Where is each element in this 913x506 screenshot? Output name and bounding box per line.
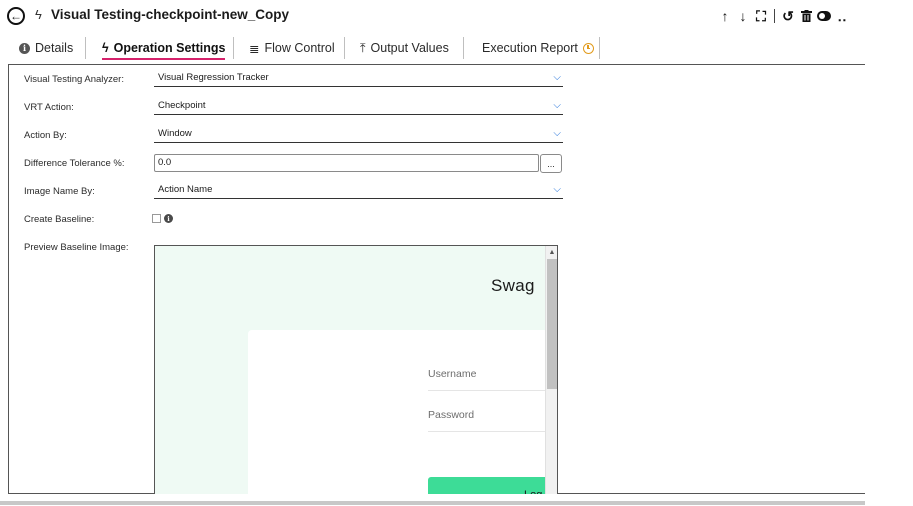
info-icon[interactable]: i xyxy=(164,214,173,223)
scroll-up-icon[interactable]: ▲ xyxy=(546,246,557,258)
tab-bar: i Details ϟ Operation Settings ≣ Flow Co… xyxy=(0,36,913,60)
preview-username-field: Username xyxy=(428,368,557,391)
tab-output-values[interactable]: ⤒ Output Values xyxy=(360,36,449,60)
analyzer-select[interactable]: Visual Regression Tracker ⌵ xyxy=(154,71,563,87)
page-title: Visual Testing-checkpoint-new_Copy xyxy=(51,7,290,22)
action-by-select[interactable]: Window ⌵ xyxy=(154,127,563,143)
arrow-up-icon[interactable]: ↑ xyxy=(716,6,734,26)
tab-details[interactable]: i Details xyxy=(19,36,73,60)
tolerance-more-button[interactable]: ... xyxy=(540,154,562,173)
tab-divider xyxy=(463,37,464,59)
tolerance-input[interactable]: 0.0 xyxy=(154,154,539,172)
chevron-down-icon: ⌵ xyxy=(553,184,561,195)
flow-icon: ≣ xyxy=(249,41,260,56)
tab-operation-settings[interactable]: ϟ Operation Settings xyxy=(90,36,226,60)
tab-label: Flow Control xyxy=(264,41,335,55)
tab-divider xyxy=(599,37,600,59)
action-by-label: Action By: xyxy=(24,130,67,141)
tab-divider xyxy=(233,37,234,59)
preview-login-button: Log xyxy=(428,477,557,494)
trash-icon[interactable] xyxy=(797,6,815,26)
header: ← ϟ Visual Testing-checkpoint-new_Copy ↑… xyxy=(0,0,913,32)
horizontal-scrollbar[interactable] xyxy=(0,501,865,505)
back-arrow-icon[interactable]: ← xyxy=(7,7,25,25)
bolt-icon: ϟ xyxy=(102,41,109,55)
expand-icon[interactable]: ⛶ xyxy=(752,6,770,26)
baseline-image-preview: Swag Username Password Log ▲ xyxy=(154,245,558,494)
clock-icon xyxy=(582,42,594,54)
chevron-down-icon: ⌵ xyxy=(553,72,561,83)
tab-label: Execution Report xyxy=(482,41,578,55)
vrt-action-select[interactable]: Checkpoint ⌵ xyxy=(154,99,563,115)
tab-execution-report[interactable]: Execution Report xyxy=(482,36,594,60)
tab-divider xyxy=(344,37,345,59)
image-name-by-select[interactable]: Action Name ⌵ xyxy=(154,183,563,199)
chevron-down-icon: ⌵ xyxy=(553,128,561,139)
toggle-icon[interactable] xyxy=(815,6,833,26)
tab-label: Operation Settings xyxy=(113,41,226,55)
scroll-thumb[interactable] xyxy=(547,259,557,389)
tab-label: Details xyxy=(35,41,74,55)
bolt-icon: ϟ xyxy=(35,7,42,22)
create-baseline-label: Create Baseline: xyxy=(24,214,95,225)
undo-icon[interactable]: ↺ xyxy=(779,6,797,26)
preview-password-field: Password xyxy=(428,409,557,432)
tab-divider xyxy=(85,37,86,59)
arrow-down-icon[interactable]: ↓ xyxy=(734,6,752,26)
image-name-by-value: Action Name xyxy=(158,184,213,195)
info-icon: i xyxy=(19,42,30,54)
tab-flow-control[interactable]: ≣ Flow Control xyxy=(249,36,335,60)
analyzer-value: Visual Regression Tracker xyxy=(158,72,269,83)
vrt-action-label: VRT Action: xyxy=(24,102,74,113)
upload-icon: ⤒ xyxy=(360,40,366,55)
analyzer-label: Visual Testing Analyzer: xyxy=(24,74,124,85)
toolbar-divider xyxy=(774,9,775,23)
preview-label: Preview Baseline Image: xyxy=(24,242,129,253)
tolerance-label: Difference Tolerance %: xyxy=(24,158,125,169)
preview-app-title: Swag xyxy=(491,276,535,295)
preview-scrollbar[interactable]: ▲ xyxy=(545,246,557,494)
operation-settings-panel: Visual Testing Analyzer: Visual Regressi… xyxy=(8,64,865,494)
toolbar: ↑ ↓ ⛶ ↺ ‥ xyxy=(716,6,851,26)
image-name-by-label: Image Name By: xyxy=(24,186,95,197)
tab-label: Output Values xyxy=(370,41,449,55)
action-by-value: Window xyxy=(158,128,192,139)
vrt-action-value: Checkpoint xyxy=(158,100,206,111)
preview-login-card: Username Password Log xyxy=(248,330,557,494)
more-icon[interactable]: ‥ xyxy=(833,6,851,26)
chevron-down-icon: ⌵ xyxy=(553,100,561,111)
create-baseline-checkbox[interactable] xyxy=(152,214,161,223)
